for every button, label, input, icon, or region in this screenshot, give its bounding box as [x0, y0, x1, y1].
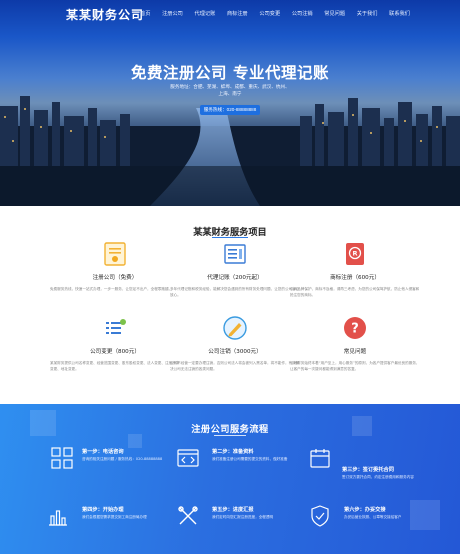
process-step-4: 第四步：开始办理 我们会根据您需求提交到工商注册局办理	[82, 506, 182, 520]
code-window-icon	[177, 449, 199, 467]
service-desc: 公司品牌保护，商标不及格，请再三考虑，为您的公司保驾护航，防止他人侵害和抢注您的…	[290, 287, 420, 297]
nav-item-change[interactable]: 公司变更	[259, 10, 280, 17]
calendar-icon	[310, 449, 330, 468]
service-desc: 多年代理记账和税务经验，能解决您会遇到的所有财务处理问题，让您的公司省心放心。	[170, 287, 300, 297]
services-title: 某某财务服务项目	[193, 227, 267, 238]
hero-banner: 某某财务公司 首页 注册公司 代理记账 商标注册 公司变更 公司注销 常见问题 …	[0, 0, 460, 206]
title-underline	[212, 237, 248, 238]
question-icon: ?	[344, 317, 366, 339]
service-card-cancel[interactable]: 公司注销（3000元） 公司不经营一定要办理注销，否则公司法人将会被列入黑名单，…	[170, 314, 300, 372]
step-title: 第四步：开始办理	[82, 507, 124, 513]
nav-item-contact[interactable]: 联系我们	[389, 10, 410, 17]
service-desc: 某某财务提供公司名称变更、经营范围变更、股东股权变更、法人变更、注册资本变更、地…	[50, 361, 180, 371]
trademark-icon: R	[346, 243, 364, 265]
nav-item-register[interactable]: 注册公司	[162, 10, 183, 17]
process-section: 注册公司服务流程 第一步：电话咨询 咨询的相关注册问题 / 服务热线：020-8…	[0, 404, 460, 554]
hotline-button[interactable]: 服务热线：020-88888888	[200, 105, 260, 115]
ledger-icon	[224, 244, 246, 264]
pencil-circle-icon	[223, 316, 247, 340]
service-name: 注册公司（免费）	[92, 275, 138, 281]
nav-item-about[interactable]: 关于我们	[357, 10, 378, 17]
nav-item-bookkeeping[interactable]: 代理记账	[195, 10, 216, 17]
service-card-change[interactable]: 公司变更（800元） 某某财务提供公司名称变更、经营范围变更、股东股权变更、法人…	[50, 314, 180, 372]
service-desc: 公司不经营一定要办理注销，否则公司法人将会被列入黑名单，将不能作，有效解决公司无…	[170, 361, 300, 371]
service-name: 公司注销（3000元）	[208, 349, 262, 355]
process-step-3: 第三步：签订委托合同 签订双方委托合同，约定注册费用和服务内容	[342, 466, 442, 480]
step-title: 第六步：办妥交接	[344, 507, 386, 513]
nav-item-trademark[interactable]: 商标注册	[227, 10, 248, 17]
nav-item-faq[interactable]: 常见问题	[324, 10, 345, 17]
service-card-trademark[interactable]: R 商标注册（600元） 公司品牌保护，商标不及格，请再三考虑，为您的公司保驾护…	[290, 240, 420, 298]
step-desc: 签订双方委托合同，约定注册费用和服务内容	[342, 475, 414, 479]
process-step-6: 第六步：办妥交接 办妥后营业执照、公章等交接给客户	[344, 506, 444, 520]
step-desc: 我们定时向您汇报注册进度，全程透明	[212, 515, 274, 519]
main-nav: 首页 注册公司 代理记账 商标注册 公司变更 公司注销 常见问题 关于我们 联系…	[140, 10, 410, 17]
service-name: 公司变更（800元）	[90, 349, 140, 355]
step-desc: 我们准备注册公司需要的提交的资料，做好准备	[212, 457, 288, 461]
step-desc: 办妥后营业执照、公章等交接给客户	[344, 515, 402, 519]
top-navbar: 某某财务公司 首页 注册公司 代理记账 商标注册 公司变更 公司注销 常见问题 …	[0, 0, 460, 26]
list-edit-icon	[106, 319, 126, 334]
step-title: 第一步：电话咨询	[82, 449, 124, 455]
process-step-2: 第二步：准备资料 我们准备注册公司需要的提交的资料，做好准备	[212, 448, 312, 462]
nav-item-home[interactable]: 首页	[140, 10, 150, 17]
deco-square	[128, 434, 142, 448]
process-title: 注册公司服务流程	[191, 424, 269, 435]
process-step-5: 第五步：进度汇报 我们定时向您汇报注册进度，全程透明	[212, 506, 312, 520]
service-desc: 公司财务始终本着“用户至上，用心服务”的原则，为各户提供客户最优良的服务，让客户…	[290, 361, 420, 371]
step-title: 第二步：准备资料	[212, 449, 254, 455]
hero-subtitle: 服务地址：合肥、芜湖、蚌埠、成都、重庆、武汉、杭州、上海、南宁	[170, 85, 290, 97]
service-card-register[interactable]: 注册公司（免费） 免费服务热线，快速一站式办理，一步一服务，让您足不出户，全程零…	[50, 240, 180, 292]
process-step-1: 第一步：电话咨询 咨询的相关注册问题 / 服务热线：020-88888888	[82, 448, 182, 462]
service-card-faq[interactable]: ? 常见问题 公司财务始终本着“用户至上，用心服务”的原则，为各户提供客户最优良…	[290, 314, 420, 372]
step-title: 第三步：签订委托合同	[342, 467, 394, 473]
svg-text:R: R	[352, 249, 357, 257]
shield-check-icon	[311, 505, 329, 527]
service-card-bookkeeping[interactable]: 代理记账（200元起） 多年代理记账和税务经验，能解决您会遇到的所有财务处理问题…	[170, 240, 300, 298]
site-logo[interactable]: 某某财务公司	[66, 6, 144, 23]
nav-item-cancel[interactable]: 公司注销	[292, 10, 313, 17]
service-name: 商标注册（600元）	[330, 275, 380, 281]
svg-text:?: ?	[351, 322, 359, 337]
hero-title: 免费注册公司 专业代理记账	[131, 64, 329, 82]
title-underline	[214, 435, 246, 436]
step-desc: 咨询的相关注册问题 / 服务热线：020-88888888	[82, 457, 163, 461]
service-desc: 免费服务热线，快速一站式办理，一步一服务，让您足不出户，全程零跑腿。	[50, 287, 173, 291]
tools-icon	[178, 506, 198, 525]
grid-icon	[51, 447, 73, 469]
certificate-icon	[104, 242, 126, 266]
service-name: 常见问题	[343, 349, 367, 355]
service-name: 代理记账（200元起）	[207, 275, 263, 281]
step-desc: 我们会根据您需求提交到工商注册局办理	[82, 515, 147, 519]
step-title: 第五步：进度汇报	[212, 507, 254, 513]
bar-chart-icon	[49, 510, 67, 526]
